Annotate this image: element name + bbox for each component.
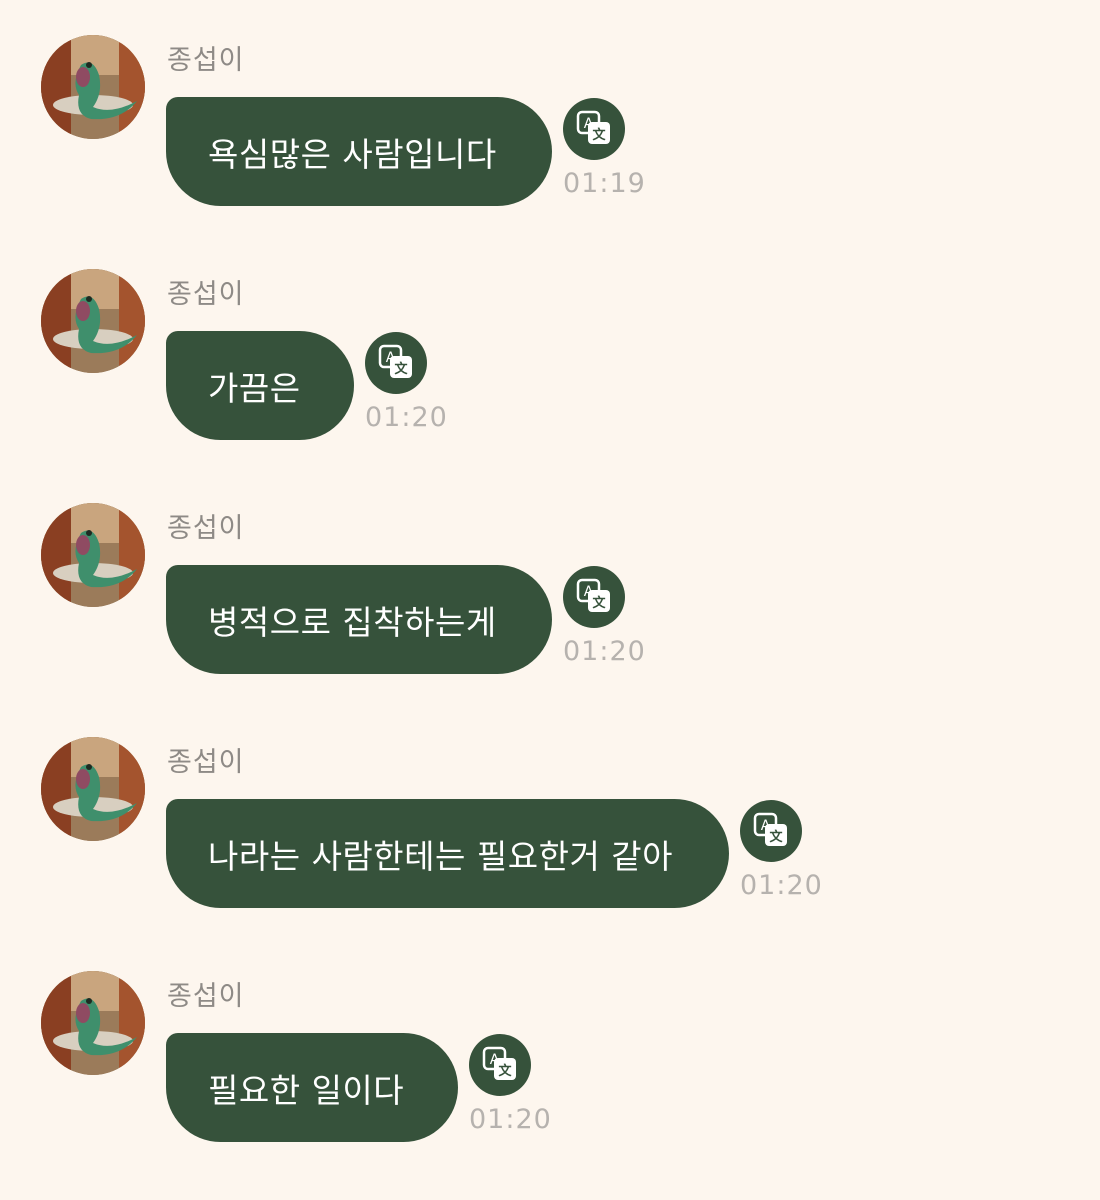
translate-button[interactable]: A 文: [563, 98, 625, 160]
sender-name: 종섭이: [167, 279, 245, 310]
chat-message: 종섭이 가끔은 A 文 01:20: [0, 234, 1100, 468]
lizard-avatar-icon: [41, 503, 145, 607]
translate-icon: A 文: [753, 812, 787, 846]
message-bubble[interactable]: 욕심많은 사람입니다: [166, 97, 552, 206]
translate-button[interactable]: A 文: [563, 566, 625, 628]
sender-avatar[interactable]: [41, 269, 145, 373]
message-text: 필요한 일이다: [208, 1070, 405, 1110]
chat-message: 종섭이 욕심많은 사람입니다 A 文 01:19: [0, 0, 1100, 234]
message-time: 01:20: [563, 636, 646, 667]
message-text: 욕심많은 사람입니다: [208, 134, 497, 174]
sender-name: 종섭이: [167, 513, 245, 544]
sender-avatar[interactable]: [41, 503, 145, 607]
message-bubble[interactable]: 필요한 일이다: [166, 1033, 458, 1142]
svg-text:文: 文: [498, 1063, 512, 1079]
translate-icon: A 文: [378, 344, 412, 378]
message-text: 가끔은: [208, 368, 301, 408]
message-bubble[interactable]: 나라는 사람한테는 필요한거 같아: [166, 799, 729, 908]
sender-name: 종섭이: [167, 981, 245, 1012]
message-time: 01:20: [365, 402, 448, 433]
sender-avatar[interactable]: [41, 35, 145, 139]
message-time: 01:20: [469, 1104, 552, 1135]
message-time: 01:20: [740, 870, 823, 901]
message-bubble[interactable]: 병적으로 집착하는게: [166, 565, 552, 674]
sender-name: 종섭이: [167, 747, 245, 778]
translate-icon: A 文: [482, 1046, 516, 1080]
translate-button[interactable]: A 文: [365, 332, 427, 394]
svg-text:文: 文: [769, 829, 783, 845]
message-text: 나라는 사람한테는 필요한거 같아: [208, 836, 674, 876]
translate-icon: A 文: [576, 578, 610, 612]
message-bubble[interactable]: 가끔은: [166, 331, 354, 440]
svg-text:文: 文: [592, 127, 606, 143]
message-text: 병적으로 집착하는게: [208, 602, 497, 642]
sender-avatar[interactable]: [41, 737, 145, 841]
lizard-avatar-icon: [41, 269, 145, 373]
svg-text:文: 文: [394, 361, 408, 377]
sender-avatar[interactable]: [41, 971, 145, 1075]
translate-button[interactable]: A 文: [469, 1034, 531, 1096]
svg-text:文: 文: [592, 595, 606, 611]
sender-name: 종섭이: [167, 45, 245, 76]
lizard-avatar-icon: [41, 737, 145, 841]
chat-message: 종섭이 병적으로 집착하는게 A 文 01:20: [0, 468, 1100, 702]
translate-icon: A 文: [576, 110, 610, 144]
message-time: 01:19: [563, 168, 646, 199]
lizard-avatar-icon: [41, 971, 145, 1075]
chat-message: 종섭이 나라는 사람한테는 필요한거 같아 A 文 01:20: [0, 702, 1100, 936]
translate-button[interactable]: A 文: [740, 800, 802, 862]
chat-message: 종섭이 필요한 일이다 A 文 01:20: [0, 936, 1100, 1170]
lizard-avatar-icon: [41, 35, 145, 139]
